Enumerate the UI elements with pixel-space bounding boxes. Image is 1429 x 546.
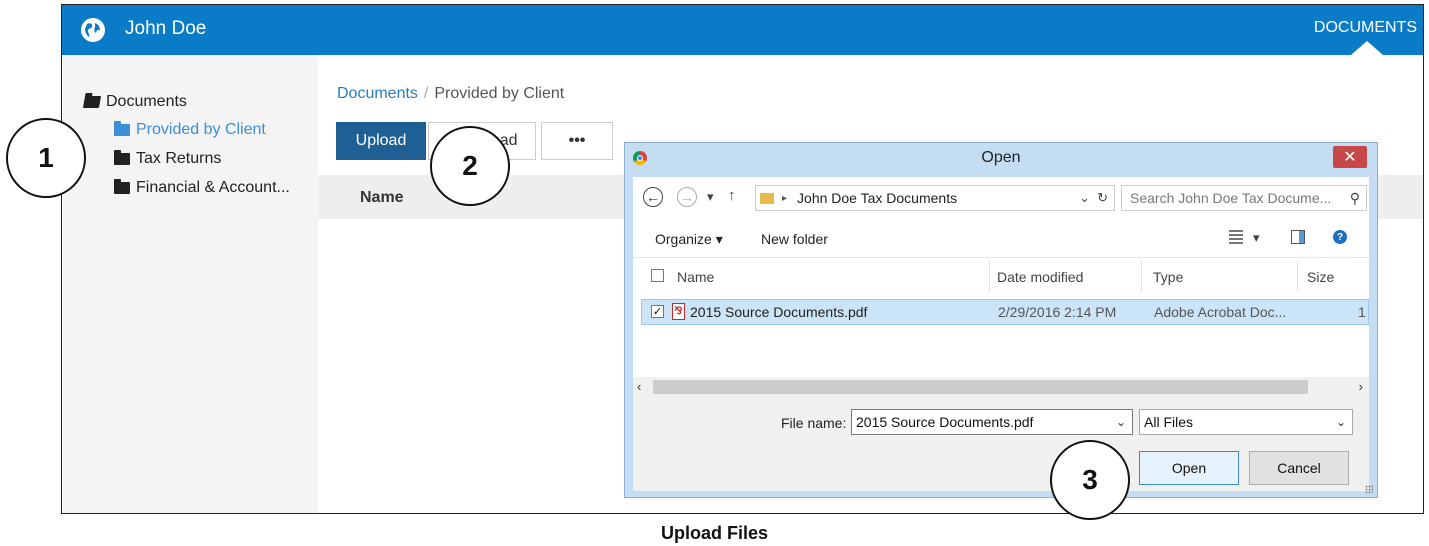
select-all-checkbox[interactable] <box>651 269 664 282</box>
breadcrumb: Documents / Provided by Client <box>337 85 564 103</box>
globe-icon <box>81 18 105 42</box>
dialog-body: ← → ▾ ↑ ▸ John Doe Tax Documents ⌄ ↻ Sea… <box>633 177 1369 491</box>
organize-menu[interactable]: Organize ▾ <box>655 231 723 248</box>
folder-sidebar: Documents Provided by Client Tax Returns… <box>62 55 318 513</box>
address-dropdown-refresh-icon[interactable]: ⌄ ↻ <box>1079 190 1108 206</box>
more-actions-button[interactable]: ••• <box>541 122 613 160</box>
view-options-icon[interactable] <box>1229 230 1243 244</box>
sidebar-item-label: Documents <box>106 93 187 110</box>
column-header-date-modified[interactable]: Date modified <box>997 269 1083 285</box>
file-name-input[interactable]: 2015 Source Documents.pdf ⌄ <box>851 409 1133 435</box>
horizontal-scrollbar[interactable]: ‹ › <box>633 377 1369 397</box>
recent-dropdown-icon[interactable]: ▾ <box>707 189 714 205</box>
file-type-filter-select[interactable]: All Files ⌄ <box>1139 409 1353 435</box>
dialog-title: Open <box>981 149 1021 166</box>
sidebar-item-provided-by-client[interactable]: Provided by Client <box>114 121 266 139</box>
documents-nav-link[interactable]: DOCUMENTS <box>1314 19 1417 37</box>
column-divider <box>1297 261 1298 291</box>
folder-icon <box>760 192 774 204</box>
callout-1: 1 <box>6 118 86 198</box>
column-divider <box>1141 261 1142 291</box>
scroll-right-arrow-icon[interactable]: › <box>1359 379 1363 394</box>
dialog-footer: File name: 2015 Source Documents.pdf ⌄ A… <box>633 397 1369 491</box>
file-name-label: File name: <box>781 415 847 431</box>
file-date-cell: 2/29/2016 2:14 PM <box>998 304 1117 320</box>
column-divider <box>989 261 990 291</box>
new-folder-button[interactable]: New folder <box>761 231 828 247</box>
breadcrumb-separator: / <box>423 85 429 102</box>
search-input[interactable]: Search John Doe Tax Docume... ⚲ <box>1121 185 1367 211</box>
sidebar-item-financial-accounting[interactable]: Financial & Account... <box>114 179 290 197</box>
figure-caption: Upload Files <box>660 523 768 543</box>
folder-icon <box>114 121 130 136</box>
scrollbar-thumb[interactable] <box>653 380 1308 394</box>
upload-button[interactable]: Upload <box>336 122 426 160</box>
address-path: John Doe Tax Documents <box>797 190 958 206</box>
cancel-button[interactable]: Cancel <box>1249 451 1349 485</box>
callout-3: 3 <box>1050 440 1130 520</box>
chevron-down-icon[interactable]: ⌄ <box>1336 415 1346 429</box>
folder-open-icon <box>82 96 102 108</box>
address-bar[interactable]: ▸ John Doe Tax Documents ⌄ ↻ <box>755 185 1115 211</box>
file-checkbox[interactable]: ✓ <box>651 305 664 318</box>
user-name[interactable]: John Doe <box>125 18 206 40</box>
preview-pane-icon[interactable] <box>1291 230 1305 244</box>
navigation-bar: ← → ▾ ↑ ▸ John Doe Tax Documents ⌄ ↻ Sea… <box>633 177 1369 221</box>
breadcrumb-chevron-icon: ▸ <box>782 192 788 204</box>
sidebar-item-label: Financial & Account... <box>136 179 290 196</box>
dialog-close-button[interactable]: ✕ <box>1333 146 1367 168</box>
search-icon: ⚲ <box>1349 190 1360 206</box>
column-header-name[interactable]: Name <box>360 189 404 207</box>
file-name-value: 2015 Source Documents.pdf <box>856 414 1034 430</box>
file-type-filter-value: All Files <box>1144 414 1194 430</box>
file-name-cell: 2015 Source Documents.pdf <box>690 304 868 320</box>
help-icon[interactable]: ? <box>1333 230 1347 244</box>
pdf-file-icon: ⅋ <box>672 303 685 320</box>
command-bar: Organize ▾ New folder ▾ ? <box>633 221 1369 258</box>
chevron-down-icon[interactable]: ⌄ <box>1116 415 1126 429</box>
up-arrow-icon[interactable]: ↑ <box>728 187 736 204</box>
file-size-cell: 1 <box>1358 304 1366 320</box>
sidebar-item-tax-returns[interactable]: Tax Returns <box>114 150 221 168</box>
file-row[interactable]: ✓ ⅋ 2015 Source Documents.pdf 2/29/2016 … <box>641 299 1369 325</box>
search-placeholder: Search John Doe Tax Docume... <box>1130 190 1332 206</box>
top-bar: John Doe DOCUMENTS <box>62 5 1423 55</box>
open-file-dialog: Open ✕ ← → ▾ ↑ ▸ John Doe Tax Documents … <box>624 142 1378 498</box>
open-button[interactable]: Open <box>1139 451 1239 485</box>
folder-icon <box>114 179 130 194</box>
sidebar-item-label: Tax Returns <box>136 150 222 167</box>
column-header-name[interactable]: Name <box>677 269 714 285</box>
forward-arrow-icon[interactable]: → <box>677 187 697 207</box>
folder-icon <box>114 150 130 165</box>
view-dropdown-icon[interactable]: ▾ <box>1253 230 1260 246</box>
resize-grip-icon[interactable] <box>1365 485 1373 493</box>
scroll-left-arrow-icon[interactable]: ‹ <box>637 379 641 394</box>
sidebar-item-label: Provided by Client <box>136 121 266 138</box>
callout-2: 2 <box>430 126 510 206</box>
back-arrow-icon[interactable]: ← <box>643 187 663 207</box>
breadcrumb-current: Provided by Client <box>434 85 565 102</box>
column-header-size[interactable]: Size <box>1307 269 1334 285</box>
breadcrumb-root-link[interactable]: Documents <box>337 85 418 102</box>
column-header-type[interactable]: Type <box>1153 269 1183 285</box>
file-type-cell: Adobe Acrobat Doc... <box>1154 304 1287 320</box>
active-nav-indicator <box>1351 41 1383 55</box>
sidebar-item-documents[interactable]: Documents <box>82 93 187 111</box>
